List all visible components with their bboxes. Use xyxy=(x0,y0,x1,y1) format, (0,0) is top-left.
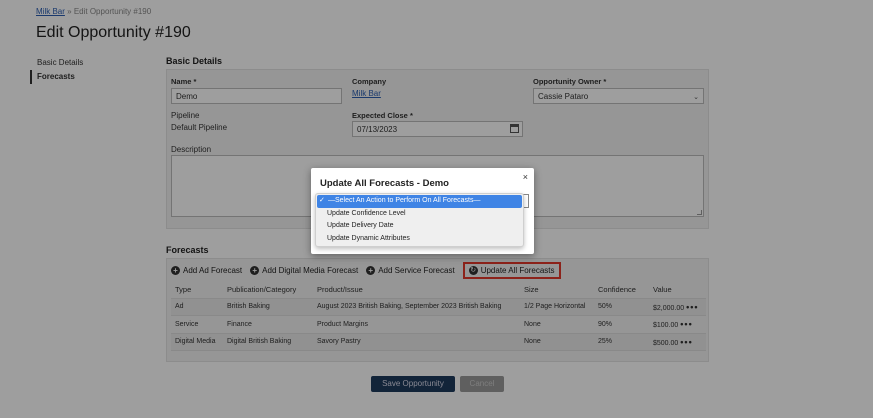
dropdown-option-label: —Select An Action to Perform On All Fore… xyxy=(328,197,481,204)
action-dropdown-menu: ✓ —Select An Action to Perform On All Fo… xyxy=(315,193,524,247)
close-icon[interactable]: × xyxy=(523,172,528,182)
dropdown-option-confidence-level[interactable]: Update Confidence Level xyxy=(316,208,523,221)
dropdown-option-dynamic-attributes[interactable]: Update Dynamic Attributes xyxy=(316,233,523,246)
dropdown-option-select-action[interactable]: ✓ —Select An Action to Perform On All Fo… xyxy=(317,195,522,208)
dropdown-option-delivery-date[interactable]: Update Delivery Date xyxy=(316,220,523,233)
checkmark-icon: ✓ xyxy=(319,197,325,204)
modal-title: Update All Forecasts - Demo xyxy=(320,178,449,189)
